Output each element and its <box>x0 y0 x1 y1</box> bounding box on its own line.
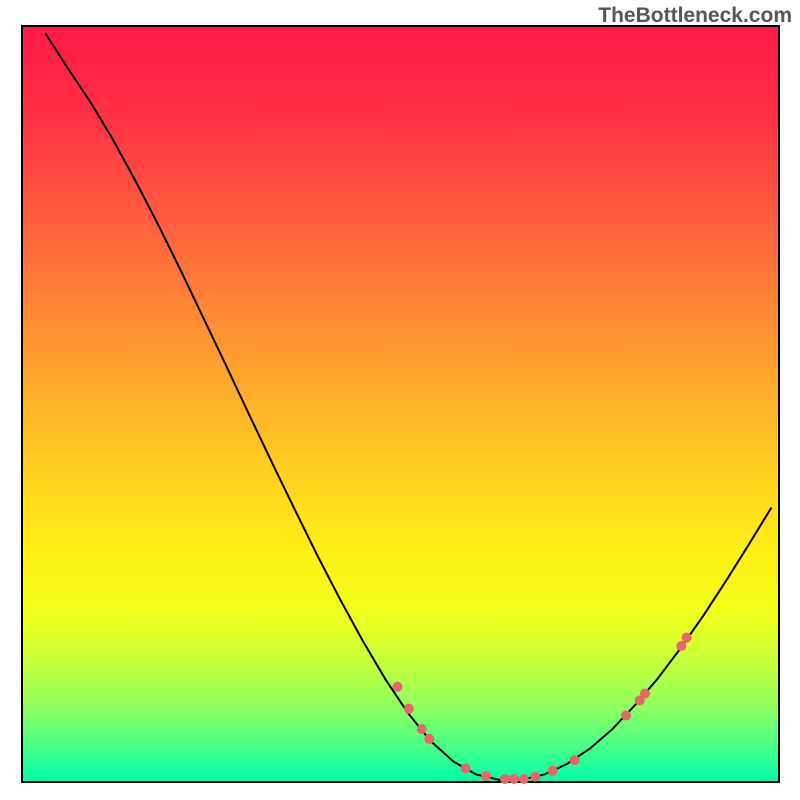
data-dot <box>548 766 558 776</box>
data-dot <box>461 763 471 773</box>
data-dot <box>481 771 491 781</box>
data-dot <box>404 704 414 714</box>
data-dot <box>500 774 510 784</box>
watermark-text: TheBottleneck.com <box>598 4 792 28</box>
data-dot <box>676 641 686 651</box>
chart-container: TheBottleneck.com <box>0 0 800 800</box>
data-dot <box>392 682 402 692</box>
data-dot <box>519 774 529 784</box>
data-dot <box>417 724 427 734</box>
data-dot <box>682 633 692 643</box>
data-dot <box>621 710 631 720</box>
chart-svg <box>0 0 800 800</box>
data-dot <box>509 774 519 784</box>
data-dot <box>640 689 650 699</box>
data-dot <box>530 772 540 782</box>
data-dot <box>570 755 580 765</box>
data-dot <box>424 734 434 744</box>
